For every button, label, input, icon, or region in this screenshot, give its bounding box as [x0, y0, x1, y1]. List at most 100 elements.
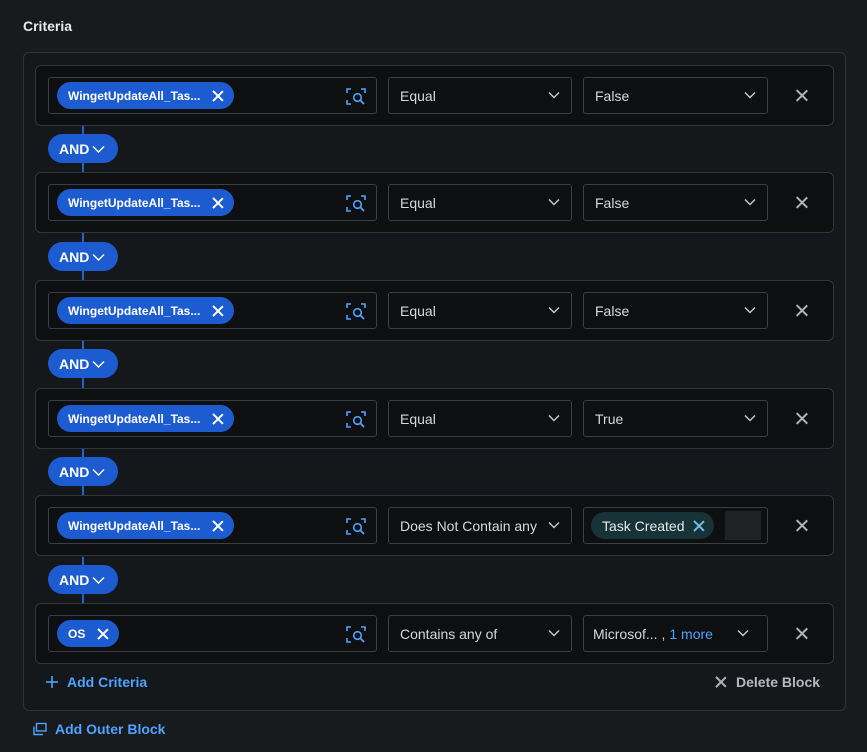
search-field-icon[interactable] [346, 194, 366, 213]
delete-block-button[interactable]: Delete Block [715, 674, 820, 690]
field-chip: WingetUpdateAll_Tas... [57, 405, 235, 432]
remove-criteria-icon[interactable] [794, 195, 810, 211]
remove-criteria-icon[interactable] [794, 518, 810, 534]
value-chip-label: Task Created [602, 517, 685, 534]
value-select[interactable]: True [583, 400, 768, 437]
search-field-icon[interactable] [346, 87, 366, 106]
field-selector[interactable]: WingetUpdateAll_Tas... [48, 184, 377, 221]
field-selector[interactable]: WingetUpdateAll_Tas... [48, 507, 377, 544]
field-selector[interactable]: WingetUpdateAll_Tas... [48, 292, 377, 329]
field-selector[interactable]: OS [48, 615, 377, 652]
chevron-down-icon [744, 92, 756, 99]
chevron-down-icon [92, 253, 105, 261]
chevron-down-icon [744, 307, 756, 314]
field-chip-label: WingetUpdateAll_Tas... [68, 411, 201, 426]
operator-select[interactable]: Equal [388, 400, 572, 437]
field-chip-label: WingetUpdateAll_Tas... [68, 88, 201, 103]
field-chip: WingetUpdateAll_Tas... [57, 297, 235, 324]
and-label: AND [59, 355, 90, 372]
field-chip-label: WingetUpdateAll_Tas... [68, 518, 201, 533]
remove-field-icon[interactable] [97, 628, 109, 640]
criteria-row: OS Contains any of Microsof... , 1 more [35, 603, 834, 664]
chevron-down-icon [92, 145, 105, 153]
value-select[interactable]: Microsof... , 1 more [583, 615, 768, 652]
remove-field-icon[interactable] [212, 413, 224, 425]
chevron-down-icon [737, 630, 749, 637]
add-outer-block-label: Add Outer Block [55, 721, 166, 737]
section-title: Criteria [23, 18, 73, 34]
value-select[interactable]: False [583, 184, 768, 221]
search-field-icon[interactable] [346, 625, 366, 644]
criteria-row: WingetUpdateAll_Tas... Equal False [35, 65, 834, 126]
chevron-down-icon [92, 468, 105, 476]
field-chip: WingetUpdateAll_Tas... [57, 82, 235, 109]
delete-block-label: Delete Block [736, 674, 821, 690]
chevron-down-icon [92, 576, 105, 584]
chevron-down-icon [548, 415, 560, 422]
chevron-down-icon [548, 199, 560, 206]
value-input-area[interactable] [725, 511, 761, 540]
field-chip-label: OS [68, 626, 86, 641]
chevron-down-icon [92, 360, 105, 368]
operator-select[interactable]: Does Not Contain any [388, 507, 572, 544]
more-values-link[interactable]: 1 more [669, 626, 713, 642]
chevron-down-icon [548, 307, 560, 314]
field-chip: OS [57, 620, 120, 647]
and-operator-button[interactable]: AND [48, 457, 118, 486]
operator-select[interactable]: Equal [388, 77, 572, 114]
remove-criteria-icon[interactable] [794, 303, 810, 319]
value-multiselect[interactable]: Task Created [583, 507, 768, 544]
chevron-down-icon [548, 522, 560, 529]
remove-field-icon[interactable] [212, 520, 224, 532]
field-chip-label: WingetUpdateAll_Tas... [68, 303, 201, 318]
operator-value: Equal [400, 87, 436, 104]
field-selector[interactable]: WingetUpdateAll_Tas... [48, 77, 377, 114]
and-operator-button[interactable]: AND [48, 565, 118, 594]
field-selector[interactable]: WingetUpdateAll_Tas... [48, 400, 377, 437]
operator-value: Equal [400, 302, 436, 319]
operator-select[interactable]: Equal [388, 184, 572, 221]
value-select[interactable]: False [583, 77, 768, 114]
value-text: Microsof... , [593, 625, 666, 642]
and-label: AND [59, 571, 90, 588]
add-criteria-label: Add Criteria [67, 674, 148, 690]
remove-criteria-icon[interactable] [794, 88, 810, 104]
search-field-icon[interactable] [346, 302, 366, 321]
remove-field-icon[interactable] [212, 305, 224, 317]
remove-value-icon[interactable] [693, 520, 705, 532]
operator-value: Does Not Contain any [400, 517, 537, 534]
operator-value: Equal [400, 194, 436, 211]
operator-value: Contains any of [400, 625, 498, 642]
and-operator-button[interactable]: AND [48, 134, 118, 163]
criteria-row: WingetUpdateAll_Tas... Equal True [35, 388, 834, 449]
remove-criteria-icon[interactable] [794, 626, 810, 642]
criteria-row: WingetUpdateAll_Tas... Equal False [35, 172, 834, 233]
field-chip: WingetUpdateAll_Tas... [57, 512, 235, 539]
search-field-icon[interactable] [346, 517, 366, 536]
add-block-icon [33, 722, 47, 736]
field-chip-label: WingetUpdateAll_Tas... [68, 195, 201, 210]
remove-criteria-icon[interactable] [794, 411, 810, 427]
value-select[interactable]: False [583, 292, 768, 329]
and-label: AND [59, 463, 90, 480]
remove-field-icon[interactable] [212, 90, 224, 102]
and-label: AND [59, 248, 90, 265]
operator-value: Equal [400, 410, 436, 427]
chevron-down-icon [548, 92, 560, 99]
plus-icon [46, 676, 58, 688]
and-operator-button[interactable]: AND [48, 349, 118, 378]
value-chip: Task Created [591, 512, 715, 539]
remove-field-icon[interactable] [212, 197, 224, 209]
operator-select[interactable]: Contains any of [388, 615, 572, 652]
field-chip: WingetUpdateAll_Tas... [57, 189, 235, 216]
operator-select[interactable]: Equal [388, 292, 572, 329]
add-outer-block-button[interactable]: Add Outer Block [33, 721, 165, 737]
chevron-down-icon [548, 630, 560, 637]
add-criteria-button[interactable]: Add Criteria [45, 674, 147, 690]
value-text: False [595, 87, 630, 104]
search-field-icon[interactable] [346, 410, 366, 429]
and-operator-button[interactable]: AND [48, 242, 118, 271]
chevron-down-icon [744, 199, 756, 206]
chevron-down-icon [744, 415, 756, 422]
and-label: AND [59, 140, 90, 157]
